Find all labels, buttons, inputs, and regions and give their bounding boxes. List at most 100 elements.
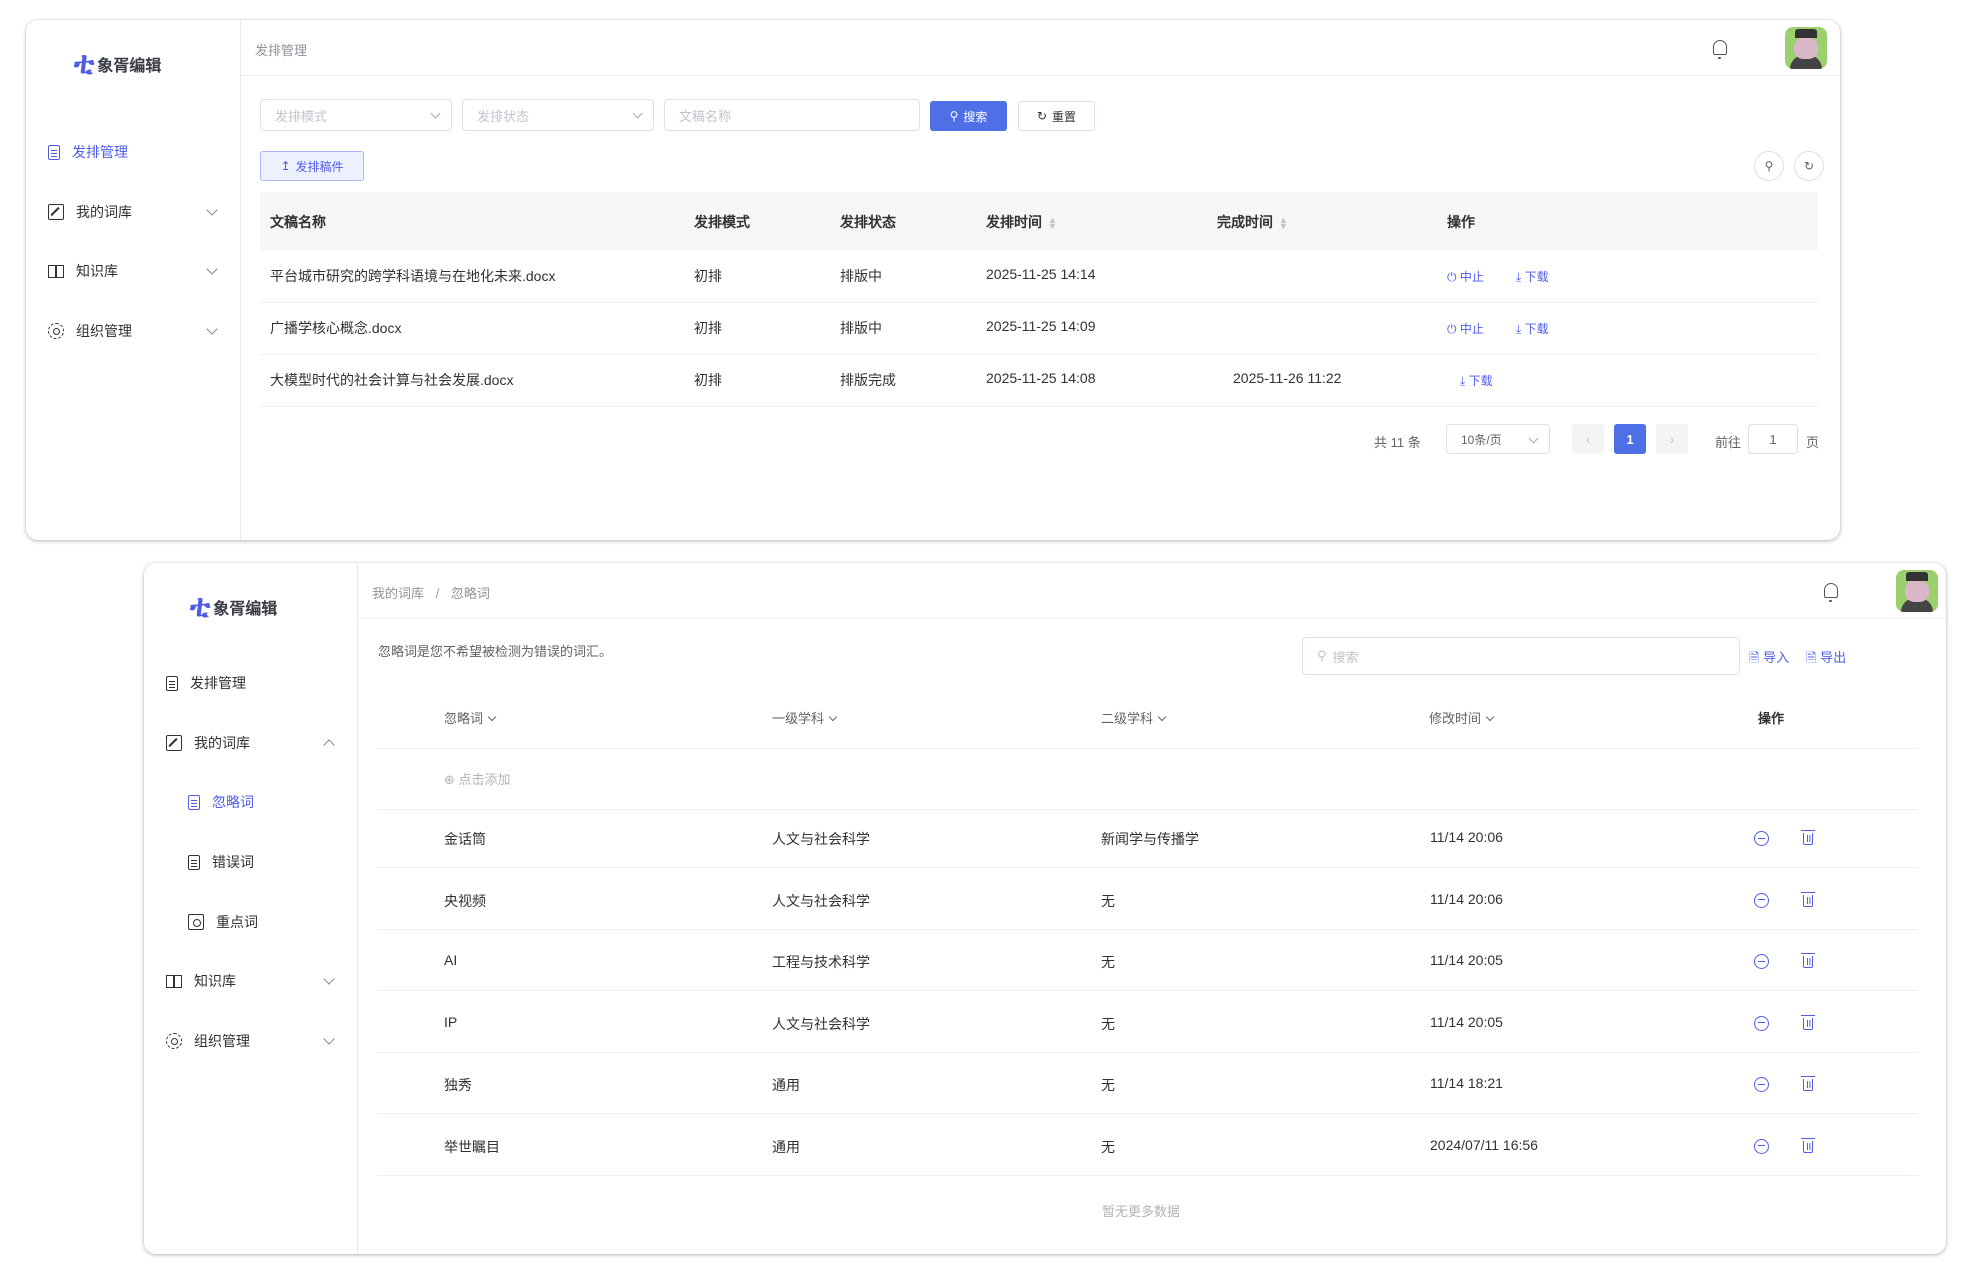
next-page-button[interactable]: ›: [1656, 424, 1688, 454]
logo[interactable]: ቲ 象胥编辑: [190, 589, 277, 624]
divider: [376, 867, 1918, 868]
sidebar-item-ignored-words[interactable]: 忽略词: [144, 782, 357, 822]
ignore-toggle-icon[interactable]: [1754, 831, 1769, 846]
header-level1[interactable]: 一级学科: [772, 708, 838, 727]
ignore-toggle-icon[interactable]: [1754, 1077, 1769, 1092]
sidebar-item-publishing[interactable]: 发排管理: [144, 663, 357, 703]
import-button[interactable]: 🗎 导入: [1749, 647, 1789, 671]
sort-icon[interactable]: ▲ ▼: [1279, 216, 1288, 231]
trash-icon[interactable]: [1801, 1076, 1815, 1091]
sidebar: ቲ 象胥编辑 发排管理 我的词库 忽略词 错误词 重点词 知识库 组织管理: [144, 563, 358, 1254]
download-link[interactable]: ⤓ 下载: [1460, 372, 1493, 389]
sidebar-item-label: 错误词: [212, 854, 254, 870]
page-1-button[interactable]: 1: [1614, 424, 1646, 454]
sort-icon[interactable]: ▲ ▼: [1048, 216, 1057, 231]
avatar[interactable]: [1785, 27, 1827, 69]
header-modified-time[interactable]: 修改时间: [1429, 708, 1495, 727]
divider: [376, 990, 1918, 991]
search-document-icon: [188, 914, 204, 930]
download-icon: ⤓: [1516, 270, 1522, 284]
stop-link[interactable]: ⏻ 中止: [1447, 268, 1484, 285]
chevron-down-icon: [1157, 712, 1167, 722]
ignore-toggle-icon[interactable]: [1754, 1015, 1769, 1031]
logo[interactable]: ቲ 象胥编辑: [74, 46, 161, 81]
trash-icon[interactable]: [1801, 830, 1815, 845]
row-start-time: 2025-11-25 14:08: [986, 370, 1096, 386]
bell-icon[interactable]: [1713, 40, 1727, 59]
prev-page-button[interactable]: ‹: [1572, 424, 1604, 454]
header-end-time[interactable]: 完成时间 ▲ ▼: [1217, 212, 1288, 232]
refresh-button[interactable]: ↻: [1794, 151, 1824, 181]
page-size-select[interactable]: 10条/页: [1446, 424, 1550, 454]
row-word: 举世瞩目: [444, 1138, 500, 1155]
row-level1: 工程与技术科学: [772, 954, 870, 970]
trash-icon[interactable]: [1801, 953, 1815, 968]
search-icon: ⚲: [1317, 648, 1327, 663]
header-word[interactable]: 忽略词: [444, 708, 497, 727]
upload-button-label: 发排稿件: [295, 159, 344, 174]
breadcrumb-separator: /: [435, 586, 440, 601]
status-select-placeholder: 发排状态: [477, 108, 530, 124]
name-input-placeholder: 文稿名称: [679, 108, 732, 124]
search-button-label: 搜索: [963, 109, 988, 124]
ignore-toggle-icon[interactable]: [1754, 1138, 1769, 1154]
stop-link[interactable]: ⏻ 中止: [1447, 320, 1484, 337]
sidebar-item-error-words[interactable]: 错误词: [144, 842, 357, 882]
download-link[interactable]: ⤓ 下载: [1516, 320, 1549, 337]
divider: [376, 1113, 1918, 1114]
mode-select[interactable]: 发排模式: [260, 99, 452, 131]
goto-page-input[interactable]: 1: [1748, 424, 1798, 454]
trash-icon[interactable]: [1801, 1137, 1815, 1153]
add-row-button[interactable]: ⊕ 点击添加: [444, 769, 511, 788]
row-name: 大模型时代的社会计算与社会发展.docx: [270, 372, 514, 388]
row-level1: 通用: [772, 1077, 800, 1093]
header-level2[interactable]: 二级学科: [1101, 708, 1167, 727]
row-name: 平台城市研究的跨学科语境与在地化未来.docx: [270, 268, 556, 284]
download-link[interactable]: ⤓ 下载: [1516, 268, 1549, 285]
sidebar-item-label: 知识库: [76, 263, 118, 279]
row-mode: 初排: [694, 268, 722, 284]
sidebar-item-label: 我的词库: [76, 204, 132, 220]
ignore-toggle-icon[interactable]: [1754, 892, 1769, 908]
sidebar-item-my-lexicon[interactable]: 我的词库: [144, 723, 357, 763]
upload-icon: ↥: [280, 159, 291, 173]
name-input[interactable]: 文稿名称: [664, 99, 920, 131]
sidebar-item-knowledge[interactable]: 知识库: [144, 961, 357, 1001]
sidebar-item-my-lexicon[interactable]: 我的词库: [26, 192, 240, 232]
reset-button[interactable]: ↻ 重置: [1018, 101, 1095, 131]
sidebar-item-key-words[interactable]: 重点词: [144, 902, 357, 942]
trash-icon[interactable]: [1801, 891, 1815, 907]
search-placeholder: 搜索: [1332, 649, 1359, 665]
logo-text: 象胥编辑: [213, 600, 278, 618]
header-start-time[interactable]: 发排时间 ▲ ▼: [986, 212, 1057, 232]
table-search-button[interactable]: ⚲: [1754, 151, 1784, 181]
export-button[interactable]: 🗎 导出: [1806, 647, 1846, 671]
avatar[interactable]: [1896, 570, 1938, 612]
divider: [376, 928, 1918, 930]
search-icon: ⚲: [1764, 159, 1774, 173]
power-icon: ⏻: [1447, 270, 1457, 284]
upload-button[interactable]: ↥ 发排稿件: [260, 151, 364, 181]
row-level2: 无: [1101, 1015, 1115, 1032]
divider: [376, 1051, 1918, 1053]
sidebar-item-organization[interactable]: 组织管理: [26, 311, 240, 351]
description-text: 忽略词是您不希望被检测为错误的词汇。: [378, 644, 613, 659]
header-mode: 发排模式: [694, 214, 750, 230]
ignore-toggle-icon[interactable]: [1754, 954, 1769, 969]
breadcrumb: 发排管理: [255, 43, 308, 58]
page-unit: 页: [1806, 435, 1820, 450]
row-level1: 通用: [772, 1138, 800, 1155]
breadcrumb-parent[interactable]: 我的词库: [372, 586, 424, 601]
sidebar-item-publishing[interactable]: 发排管理: [26, 132, 240, 172]
search-input[interactable]: ⚲ 搜索: [1302, 637, 1740, 675]
row-start-time: 2025-11-25 14:09: [986, 318, 1096, 334]
logo-mark: ቲ: [190, 589, 210, 624]
search-button[interactable]: ⚲ 搜索: [930, 101, 1007, 131]
row-level1: 人文与社会科学: [772, 892, 870, 909]
sidebar-item-knowledge[interactable]: 知识库: [26, 251, 240, 291]
bell-icon[interactable]: [1824, 583, 1838, 602]
sidebar-item-organization[interactable]: 组织管理: [144, 1021, 357, 1061]
trash-icon[interactable]: [1801, 1014, 1815, 1030]
status-select[interactable]: 发排状态: [462, 99, 654, 131]
chevron-down-icon: [828, 712, 838, 722]
